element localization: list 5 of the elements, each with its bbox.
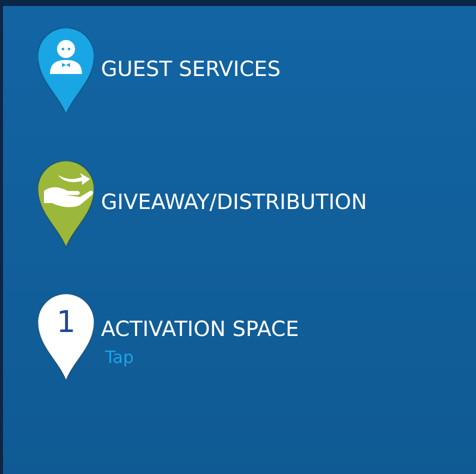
tap-link[interactable]: Tap — [105, 346, 134, 372]
pin-number: 1 — [56, 305, 76, 340]
legend-label: ACTIVATION SPACE — [101, 316, 299, 342]
legend-label: GUEST SERVICES — [101, 56, 281, 82]
legend-label: GIVEAWAY/DISTRIBUTION — [101, 189, 367, 215]
